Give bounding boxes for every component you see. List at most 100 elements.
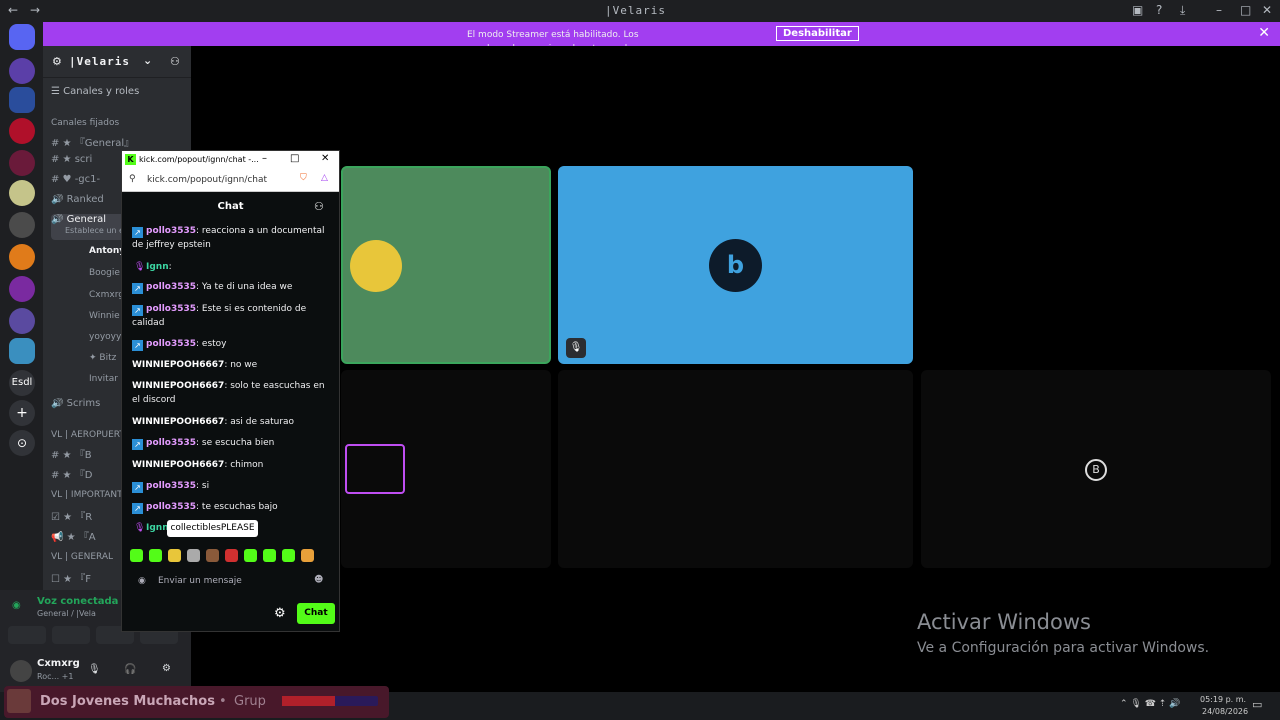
minimize-icon[interactable]: – (1216, 3, 1222, 17)
explore-icon[interactable]: ⊙ (9, 430, 35, 456)
emote-icon[interactable] (244, 549, 257, 562)
url-text[interactable]: kick.com/popout/ignn/chat (147, 175, 267, 185)
emote-icon[interactable] (225, 549, 238, 562)
user-tile[interactable]: B (921, 370, 1271, 568)
clock-date[interactable]: 24/08/2026 (1202, 707, 1248, 716)
emote-icon[interactable] (301, 549, 314, 562)
server-icon[interactable] (9, 244, 35, 270)
chat-username[interactable]: WINNIEPOOH6667 (132, 360, 224, 370)
server-icon[interactable] (9, 118, 35, 144)
headphones-icon[interactable]: 🎧 (124, 664, 136, 675)
maximize-icon[interactable]: □ (290, 153, 299, 164)
clock-time[interactable]: 05:19 p. m. (1200, 695, 1246, 704)
close-icon[interactable]: ✕ (1262, 3, 1272, 17)
notification-icon[interactable]: ▭ (1252, 698, 1262, 711)
channel-item[interactable]: # ★ 『General』 (51, 134, 191, 149)
server-icon[interactable] (9, 180, 35, 206)
avatar (345, 444, 405, 494)
send-chat-button[interactable]: Chat (297, 603, 335, 624)
chat-username[interactable]: WINNIEPOOH6667 (132, 381, 224, 391)
chat-username[interactable]: pollo3535 (146, 339, 196, 349)
add-server-icon[interactable]: + (9, 400, 35, 426)
emote-icon[interactable] (187, 549, 200, 562)
discord-home-icon[interactable] (9, 24, 35, 50)
user-tile[interactable] (341, 370, 551, 568)
popup-title-bar: K kick.com/popout/ignn/chat -... – □ ✕ (122, 151, 339, 169)
gear-icon: ⚙ (52, 55, 62, 68)
camera-off-button[interactable] (8, 626, 46, 644)
chat-username[interactable]: pollo3535 (146, 282, 196, 292)
close-banner-icon[interactable]: ✕ (1258, 25, 1270, 41)
badge-icon: ↗ (132, 340, 143, 351)
user-tile[interactable]: b 🎙 (558, 166, 913, 364)
chat-username[interactable]: Ignn (146, 523, 169, 533)
emote-icon[interactable] (282, 549, 295, 562)
media-widget[interactable]: Dos Jovenes Muchachos • Grup (4, 686, 389, 718)
emote-icon[interactable] (149, 549, 162, 562)
channels-roles[interactable]: ☰ Canales y roles (51, 86, 191, 97)
users-icon[interactable]: ⚇ (314, 192, 324, 222)
chat-username[interactable]: pollo3535 (146, 304, 196, 314)
server-header[interactable]: ⚙ |Velaris ⌄ ⚇ (43, 46, 191, 78)
kick-logo-icon: K (125, 154, 136, 165)
server-esdl[interactable]: Esdl (9, 370, 35, 396)
media-separator: • (219, 694, 227, 709)
server-icon[interactable] (9, 87, 35, 113)
emote-icon[interactable] (263, 549, 276, 562)
user-tile[interactable] (558, 370, 913, 568)
close-icon[interactable]: ✕ (321, 153, 329, 164)
maximize-icon[interactable]: □ (1240, 3, 1251, 17)
avatar: B (1085, 459, 1107, 481)
server-icon[interactable] (9, 58, 35, 84)
help-icon[interactable]: ? (1156, 3, 1162, 17)
server-icon[interactable] (9, 212, 35, 238)
emote-icon[interactable] (130, 549, 143, 562)
chat-username[interactable]: WINNIEPOOH6667 (132, 460, 224, 470)
chat-text: : no we (224, 360, 258, 370)
server-icon[interactable] (9, 338, 35, 364)
badge-icon: ↗ (132, 439, 143, 450)
add-member-icon[interactable]: ⚇ (170, 55, 180, 68)
chat-input[interactable]: ◉ Enviar un mensaje ☻ (132, 571, 332, 595)
media-progress-fill (282, 696, 335, 706)
chat-message: ↗ pollo3535: estoy (132, 337, 328, 351)
disable-button[interactable]: Deshabilitar (776, 26, 859, 41)
emote-icon[interactable] (168, 549, 181, 562)
brave-shield-icon[interactable]: ⛉ (300, 173, 307, 183)
avatar: b (709, 239, 762, 292)
settings-gear-icon[interactable]: ⚙ (162, 663, 171, 674)
tray-icons[interactable]: ⌃ 🎙 ☎ ⇡ 🔊 (1120, 699, 1180, 709)
inbox-icon[interactable]: ▣ (1132, 3, 1143, 17)
server-icon[interactable] (9, 150, 35, 176)
voice-status[interactable]: Voz conectada (37, 596, 118, 607)
chat-username[interactable]: Ignn (146, 262, 169, 272)
username[interactable]: Cxmxrg (37, 658, 80, 669)
site-info-icon[interactable]: ⚲ (129, 174, 136, 184)
screenshare-button[interactable] (52, 626, 90, 644)
voice-location[interactable]: General / |Vela (37, 609, 96, 618)
chat-username[interactable]: pollo3535 (146, 226, 196, 236)
chat-username[interactable]: WINNIEPOOH6667 (132, 417, 224, 427)
avatar[interactable] (10, 660, 32, 682)
settings-gear-icon[interactable]: ⚙ (274, 606, 286, 621)
server-icon[interactable] (9, 276, 35, 302)
user-status: Roc... +1 (37, 672, 74, 681)
minimize-icon[interactable]: – (262, 153, 267, 164)
emote-icon[interactable] (206, 549, 219, 562)
chat-username[interactable]: pollo3535 (146, 481, 196, 491)
back-arrow-icon[interactable]: ← (8, 3, 18, 17)
chat-username[interactable]: pollo3535 (146, 438, 196, 448)
streamer-mode-banner: El modo Streamer está habilitado. Los no… (43, 22, 1280, 54)
chat-message: ↗ pollo3535: si (132, 479, 328, 493)
microphone-icon[interactable]: 🎙 (88, 664, 101, 675)
download-icon[interactable]: ⤓ (1180, 3, 1185, 18)
server-icon[interactable] (9, 308, 35, 334)
chat-text: : chimon (224, 460, 264, 470)
address-bar[interactable]: ⚲ kick.com/popout/ignn/chat ⛉ △ (122, 169, 339, 192)
forward-arrow-icon[interactable]: → (30, 3, 40, 17)
rewards-icon[interactable]: △ (321, 173, 328, 183)
user-tile-speaking[interactable] (341, 166, 551, 364)
mic-badge-icon: 🎙 (134, 523, 146, 533)
emoji-icon[interactable]: ☻ (314, 575, 323, 585)
chat-username[interactable]: pollo3535 (146, 502, 196, 512)
